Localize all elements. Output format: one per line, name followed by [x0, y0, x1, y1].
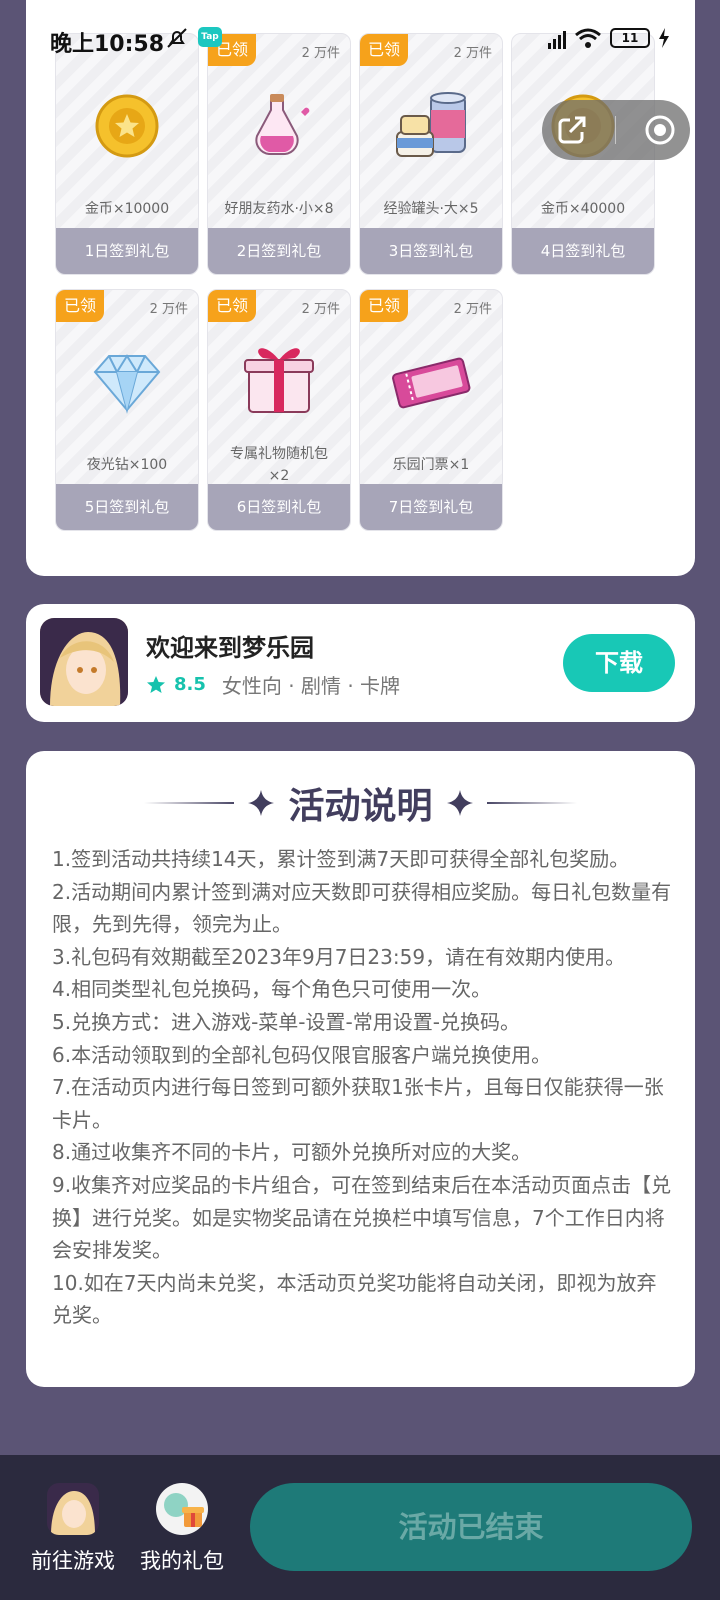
rule-item: 6.本活动领取到的全部礼包码仅限官服客户端兑换使用。: [52, 1042, 552, 1067]
gift-name: 金币×10000: [84, 201, 170, 217]
gift-stock: 2 万件: [301, 302, 340, 317]
gift-day-label: 2日签到礼包: [208, 228, 350, 274]
gift-thumb: [56, 76, 198, 176]
activity-ended-button[interactable]: 活动已结束: [250, 1483, 692, 1571]
gift-thumb: [360, 332, 502, 432]
battery-icon: 11: [610, 28, 650, 48]
gift-day-label: 6日签到礼包: [208, 484, 350, 530]
rule-item: 9.收集齐对应奖品的卡片组合，可在签到结束后在本活动页面点击【兑换】进行兑奖。如…: [52, 1172, 672, 1263]
character-portrait-icon: [47, 1483, 99, 1535]
star-icon: [147, 675, 165, 693]
claimed-badge: 已领: [360, 290, 408, 322]
tap-app-icon: Tap: [198, 27, 222, 47]
gift-name: 乐园门票×1: [392, 457, 470, 473]
rules-list: 1.签到活动共持续14天，累计签到满7天即可获得全部礼包奖励。 2.活动期间内累…: [52, 843, 673, 1332]
game-card: 欢迎来到梦乐园 8.5 女性向 · 剧情 · 卡牌 下载: [26, 604, 695, 722]
rule-item: 1.签到活动共持续14天，累计签到满7天即可获得全部礼包奖励。: [52, 847, 630, 871]
rule-item: 2.活动期间内累计签到满对应天数即可获得相应奖励。每日礼包数量有限，先到先得，领…: [52, 879, 672, 937]
gift-thumb: [208, 76, 350, 176]
header-decoration-line: [144, 802, 235, 804]
gift-stock: 2 万件: [453, 302, 492, 317]
gift-card-day-6[interactable]: 已领 2 万件 专属礼物随机包 ×2 6日签到礼包: [207, 289, 351, 531]
status-time: 晚上10:58: [50, 32, 165, 57]
wifi-icon: [575, 28, 601, 48]
gift-bag-icon: [164, 1493, 204, 1527]
rule-item: 4.相同类型礼包兑换码，每个角色只可使用一次。: [52, 977, 492, 1002]
rules-title: 活动说明: [288, 786, 433, 827]
character-portrait-icon: [40, 618, 128, 706]
bell-off-icon: [167, 28, 187, 48]
game-title: 欢迎来到梦乐园: [146, 634, 314, 662]
gift-card-day-7[interactable]: 已领 2 万件 乐园门票×1 7日签到礼包: [359, 289, 503, 531]
capsule-divider: [615, 116, 617, 144]
game-icon[interactable]: [40, 618, 128, 706]
diamond-icon: [93, 354, 161, 414]
cans-icon: [396, 92, 466, 157]
rule-item: 7.在活动页内进行每日签到可额外获取1张卡片，且每日仅能获得一张卡片。: [52, 1075, 664, 1132]
charging-icon: [659, 28, 669, 48]
bottom-action-bar: 前往游戏 我的礼包 活动已结束: [0, 1455, 720, 1600]
my-gifts-label: 我的礼包: [140, 1549, 224, 1573]
rules-header: 活动说明: [26, 773, 695, 833]
potion-icon: [255, 94, 310, 155]
go-game-label: 前往游戏: [31, 1549, 115, 1573]
status-bar: 晚上10:58 Tap 11: [0, 0, 720, 80]
rule-item: 5.兑换方式：进入游戏-菜单-设置-常用设置-兑换码。: [52, 1009, 520, 1034]
download-button[interactable]: 下载: [563, 634, 675, 692]
rules-card: 活动说明 1.签到活动共持续14天，累计签到满7天即可获得全部礼包奖励。 2.活…: [26, 751, 695, 1387]
share-icon[interactable]: [556, 114, 588, 146]
sparkle-icon: [248, 790, 275, 816]
close-target-icon[interactable]: [644, 114, 676, 146]
gift-thumb: [56, 332, 198, 432]
go-game-button[interactable]: 前往游戏: [18, 1483, 128, 1575]
sign-in-gifts-panel: 金币×10000 1日签到礼包 已领 2 万件 好朋友药水·小×8 2日签到礼包…: [26, 0, 695, 576]
game-meta: 8.5 女性向 · 剧情 · 卡牌: [146, 670, 400, 699]
claimed-badge: 已领: [208, 290, 256, 322]
gift-day-label: 4日签到礼包: [512, 228, 654, 274]
gift-name: 金币×40000: [540, 201, 626, 217]
signal-icon: [548, 27, 566, 49]
header-decoration-line: [486, 802, 577, 804]
miniprogram-capsule: [542, 100, 690, 160]
gift-day-label: 5日签到礼包: [56, 484, 198, 530]
game-tags: 女性向 · 剧情 · 卡牌: [221, 674, 401, 698]
my-gifts-button[interactable]: 我的礼包: [127, 1483, 237, 1575]
gold-coin-icon: [95, 94, 159, 158]
gift-box-icon: [244, 348, 314, 413]
my-gifts-icon: [156, 1483, 208, 1535]
gift-name: 好朋友药水·小×8: [224, 201, 334, 217]
rule-item: 3.礼包码有效期截至2023年9月7日23:59，请在有效期内使用。: [52, 944, 626, 969]
status-indicators: 11: [548, 24, 670, 52]
game-icon-small: [47, 1483, 99, 1535]
game-rating: 8.5: [174, 674, 206, 695]
ticket-icon: [392, 357, 471, 409]
rule-item: 10.如在7天内尚未兑奖，本活动页兑奖功能将自动关闭，即视为放弃兑奖。: [52, 1270, 657, 1328]
gift-thumb: [208, 326, 350, 426]
sparkle-icon: [446, 790, 473, 816]
gift-day-label: 3日签到礼包: [360, 228, 502, 274]
gift-thumb: [360, 76, 502, 176]
gift-name: 经验罐头·大×5: [383, 201, 479, 217]
claimed-badge: 已领: [56, 290, 104, 322]
gift-card-day-5[interactable]: 已领 2 万件 夜光钻×100 5日签到礼包: [55, 289, 199, 531]
gift-name: 专属礼物随机包 ×2: [230, 446, 328, 484]
gift-day-label: 7日签到礼包: [360, 484, 502, 530]
gift-stock: 2 万件: [149, 302, 188, 317]
rule-item: 8.通过收集齐不同的卡片，可额外兑换所对应的大奖。: [52, 1140, 532, 1165]
gift-name: 夜光钻×100: [86, 457, 168, 473]
gift-day-label: 1日签到礼包: [56, 228, 198, 274]
